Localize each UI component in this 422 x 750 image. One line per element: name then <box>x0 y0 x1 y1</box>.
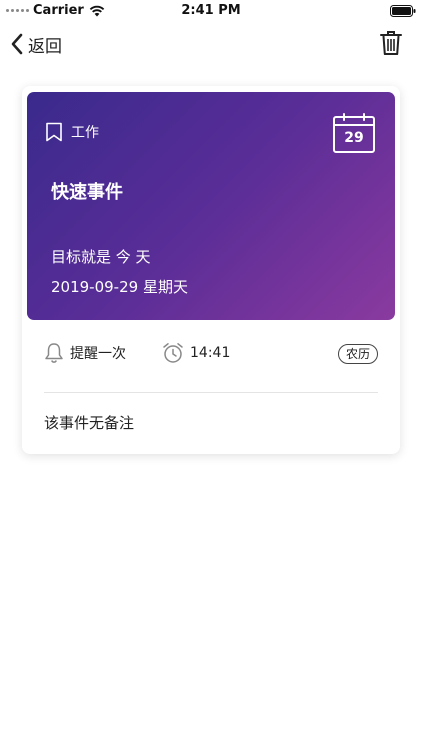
back-label: 返回 <box>28 36 62 57</box>
event-title: 快速事件 <box>51 182 123 203</box>
alarm-clock-icon <box>163 343 183 363</box>
event-goal: 目标就是 今 天 <box>51 248 151 266</box>
divider <box>44 392 378 393</box>
reminder-label: 提醒一次 <box>70 346 126 362</box>
lunar-badge[interactable]: 农历 <box>337 344 378 364</box>
category-label: 工作 <box>71 125 99 141</box>
back-button[interactable]: 返回 <box>10 30 62 58</box>
status-bar: Carrier 2:41 PM <box>0 0 422 22</box>
event-hero: 工作 29 快速事件 目标就是 今 天 2019-09-29 星期天 <box>27 92 395 320</box>
event-category: 工作 <box>45 122 99 142</box>
event-card: 工作 29 快速事件 目标就是 今 天 2019-09-29 星期天 提醒一次 … <box>22 86 400 454</box>
reminder-info: 提醒一次 <box>44 342 126 364</box>
status-time: 2:41 PM <box>181 3 241 18</box>
event-meta-row: 提醒一次 14:41 农历 <box>22 338 400 368</box>
event-note: 该事件无备注 <box>44 414 135 432</box>
nav-bar: 返回 <box>0 26 422 62</box>
chevron-left-icon <box>11 33 23 55</box>
trash-icon[interactable] <box>380 30 402 56</box>
calendar-day: 29 <box>344 130 364 146</box>
bookmark-icon <box>46 122 62 142</box>
event-date: 2019-09-29 星期天 <box>51 278 188 296</box>
alarm-time: 14:41 <box>190 345 231 361</box>
battery-icon <box>390 5 416 17</box>
alarm-info: 14:41 <box>162 342 230 364</box>
bell-icon <box>45 343 63 363</box>
